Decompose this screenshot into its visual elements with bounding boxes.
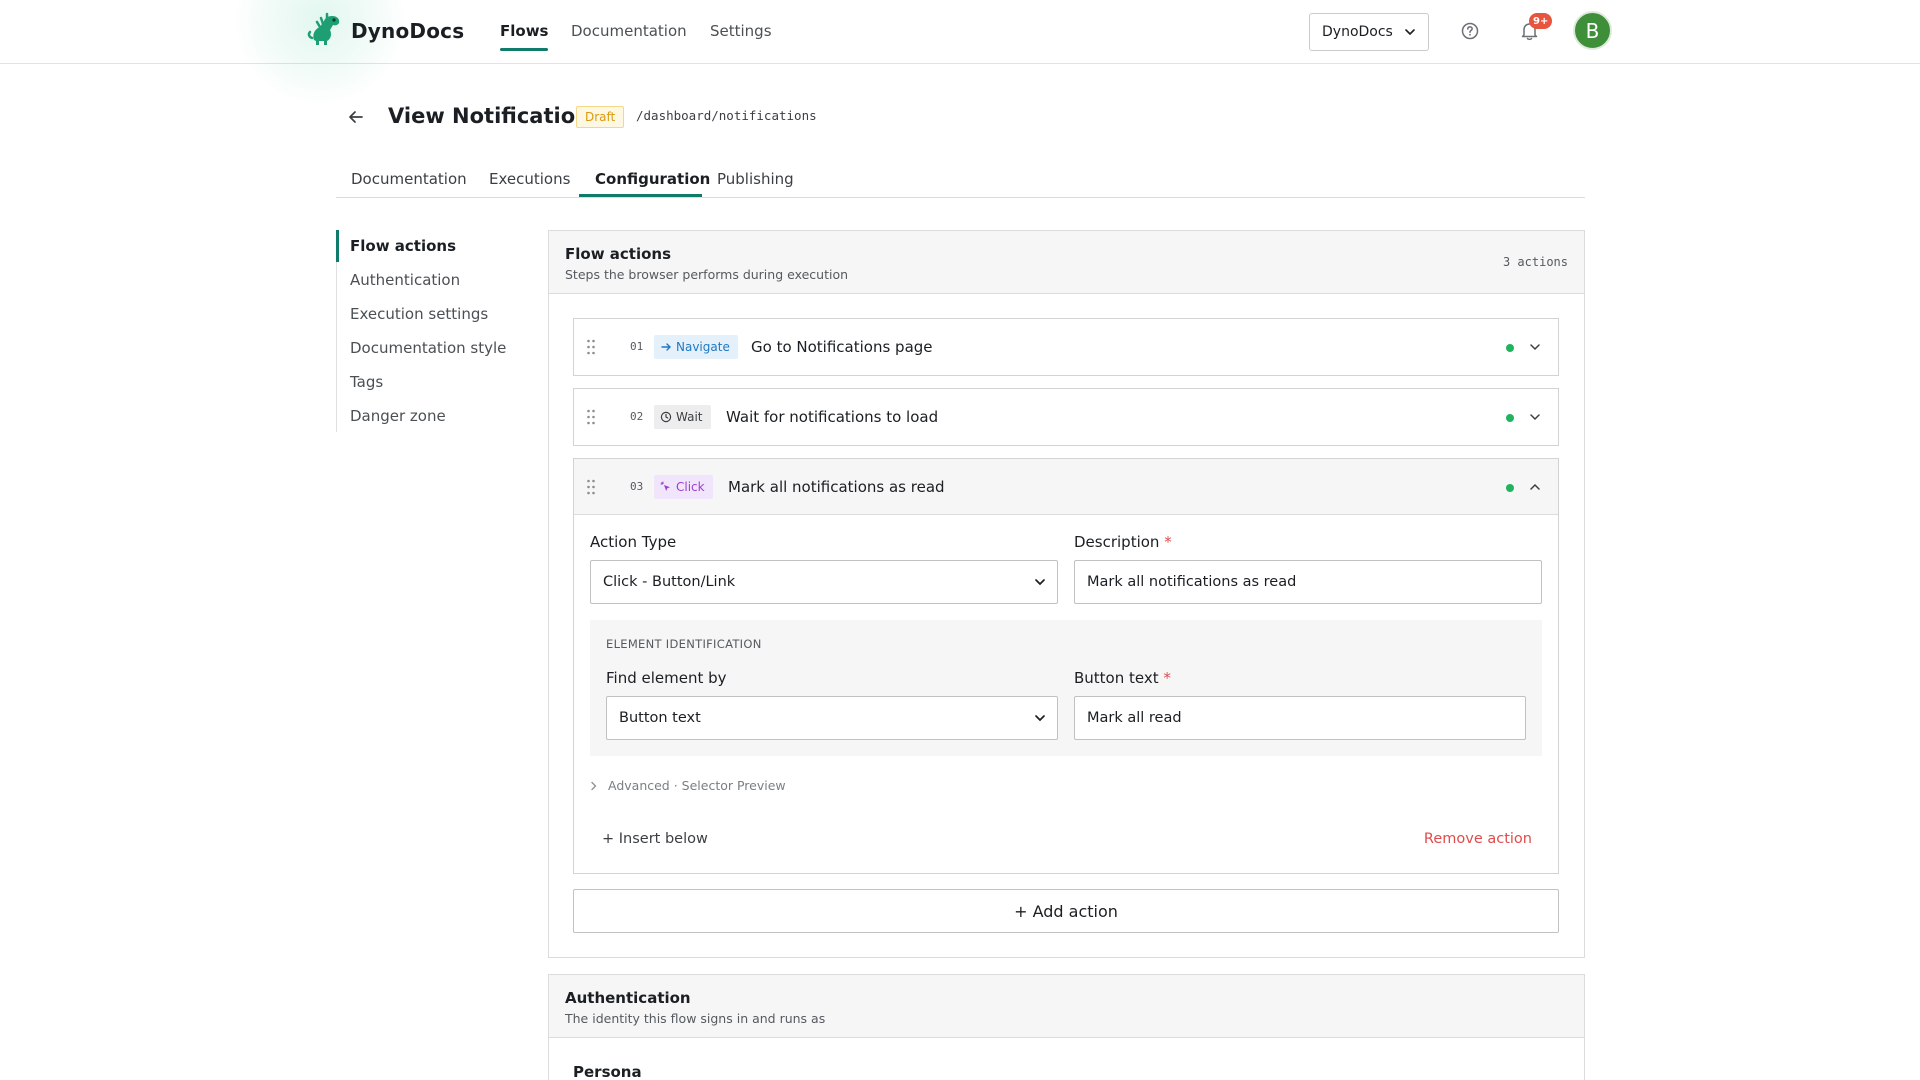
avatar[interactable]: B — [1573, 11, 1612, 50]
advanced-selector-label: Advanced · Selector Preview — [608, 778, 786, 793]
advanced-selector-toggle[interactable]: Advanced · Selector Preview — [590, 778, 786, 793]
action-title: Wait for notifications to load — [726, 408, 939, 426]
description-field-label: Description * — [1074, 533, 1172, 551]
chevron-down-icon — [1035, 579, 1045, 586]
action-type-label: Wait — [676, 410, 703, 424]
drag-handle-icon[interactable] — [586, 409, 596, 425]
cursor-click-icon — [660, 481, 670, 491]
flow-actions-subtitle: Steps the browser performs during execut… — [565, 267, 849, 282]
workspace-select-value: DynoDocs — [1322, 24, 1393, 40]
arrow-right-icon — [661, 343, 671, 351]
description-input-value: Mark all notifications as read — [1087, 574, 1297, 590]
tab-bar: Documentation Executions Configuration P… — [336, 161, 1585, 198]
action-row-click[interactable]: 03 Click Mark all notifications as read … — [573, 458, 1559, 874]
button-text-label-text: Button text — [1074, 669, 1159, 687]
status-dot — [1506, 414, 1514, 422]
action-row-header[interactable]: 02 Wait Wait for notifications to load — [574, 389, 1558, 445]
chevron-down-icon[interactable] — [1528, 340, 1542, 354]
avatar-initial: B — [1585, 18, 1600, 43]
section-nav-tags[interactable]: Tags — [350, 373, 383, 391]
action-number: 01 — [630, 340, 644, 353]
action-type-chip: Wait — [654, 405, 711, 429]
section-nav-documentation-style[interactable]: Documentation style — [350, 339, 506, 357]
chevron-down-icon[interactable] — [1528, 410, 1542, 424]
find-element-by-label: Find element by — [606, 669, 727, 687]
persona-label: Persona — [573, 1063, 642, 1080]
workspace-select[interactable]: DynoDocs — [1309, 13, 1429, 51]
action-row-wait[interactable]: 02 Wait Wait for notifications to load — [573, 388, 1559, 446]
active-tab-indicator — [579, 194, 702, 197]
section-nav-danger-zone[interactable]: Danger zone — [350, 407, 446, 425]
find-element-by-value: Button text — [619, 710, 701, 726]
drag-handle-icon[interactable] — [586, 479, 596, 495]
insert-below-button[interactable]: + Insert below — [602, 831, 708, 847]
action-type-chip: Click — [654, 475, 713, 499]
action-type-select-value: Click - Button/Link — [603, 574, 736, 590]
chevron-down-icon — [1405, 29, 1415, 36]
status-badge: Draft — [576, 106, 625, 128]
element-identification-title: ELEMENT IDENTIFICATION — [606, 637, 762, 651]
authentication-title: Authentication — [565, 989, 691, 1007]
flow-actions-header: Flow actions Steps the browser performs … — [549, 231, 1584, 294]
flow-actions-count: 3 actions — [1502, 255, 1568, 269]
add-action-button[interactable]: + Add action — [573, 889, 1559, 933]
action-title: Go to Notifications page — [751, 338, 933, 356]
brand-name[interactable]: DynoDocs — [351, 19, 464, 43]
tab-publishing[interactable]: Publishing — [717, 170, 794, 188]
status-dot — [1506, 344, 1514, 352]
button-text-input[interactable]: Mark all read — [1074, 696, 1526, 740]
section-nav-execution-settings[interactable]: Execution settings — [350, 305, 488, 323]
top-bar: DynoDocs Flows Documentation Settings Dy… — [0, 0, 1920, 105]
action-row-header[interactable]: 03 Click Mark all notifications as read — [574, 459, 1558, 515]
action-type-label: Navigate — [676, 340, 730, 354]
action-type-select[interactable]: Click - Button/Link — [590, 560, 1058, 604]
tab-executions[interactable]: Executions — [489, 170, 570, 188]
nav-documentation[interactable]: Documentation — [571, 22, 687, 40]
clock-icon — [660, 411, 672, 423]
action-number: 02 — [630, 410, 644, 423]
description-input[interactable]: Mark all notifications as read — [1074, 560, 1542, 604]
dino-logo-icon[interactable] — [306, 10, 344, 48]
tab-documentation[interactable]: Documentation — [351, 170, 467, 188]
section-nav — [336, 230, 516, 432]
authentication-subtitle: The identity this flow signs in and runs… — [565, 1011, 826, 1026]
action-type-chip: Navigate — [654, 335, 738, 359]
help-icon[interactable] — [1461, 22, 1479, 40]
section-nav-authentication[interactable]: Authentication — [350, 271, 460, 289]
flow-path: /dashboard/notifications — [636, 108, 817, 123]
section-nav-active-indicator — [336, 230, 339, 262]
find-element-by-select[interactable]: Button text — [606, 696, 1058, 740]
required-mark: * — [1164, 533, 1172, 551]
nav-flows[interactable]: Flows — [500, 22, 549, 51]
chevron-down-icon — [1035, 715, 1045, 722]
action-type-label: Click — [676, 480, 705, 494]
button-text-field-label: Button text * — [1074, 669, 1171, 687]
nav-settings[interactable]: Settings — [710, 22, 772, 40]
action-title: Mark all notifications as read — [728, 478, 945, 496]
remove-action-button[interactable]: Remove action — [1424, 831, 1532, 847]
authentication-header: Authentication The identity this flow si… — [549, 975, 1584, 1038]
page-title: View Notifications — [388, 104, 603, 128]
add-action-label: + Add action — [1014, 901, 1118, 921]
drag-handle-icon[interactable] — [586, 339, 596, 355]
chevron-right-icon — [591, 781, 597, 790]
action-row-navigate[interactable]: 01 Navigate Go to Notifications page — [573, 318, 1559, 376]
tab-configuration[interactable]: Configuration — [595, 170, 710, 188]
action-type-field-label: Action Type — [590, 533, 677, 551]
action-row-header[interactable]: 01 Navigate Go to Notifications page — [574, 319, 1558, 375]
section-nav-flow-actions[interactable]: Flow actions — [350, 237, 456, 255]
element-identification-section: ELEMENT IDENTIFICATION Find element by B… — [590, 620, 1542, 756]
flow-actions-title: Flow actions — [565, 245, 672, 263]
status-dot — [1506, 484, 1514, 492]
description-label-text: Description — [1074, 533, 1160, 551]
chevron-up-icon[interactable] — [1528, 480, 1542, 494]
authentication-panel: Authentication The identity this flow si… — [548, 974, 1585, 1080]
button-text-input-value: Mark all read — [1087, 710, 1182, 726]
action-number: 03 — [630, 480, 644, 493]
required-mark: * — [1163, 669, 1171, 687]
back-arrow-icon[interactable] — [347, 108, 365, 126]
notification-badge: 9+ — [1529, 13, 1553, 29]
